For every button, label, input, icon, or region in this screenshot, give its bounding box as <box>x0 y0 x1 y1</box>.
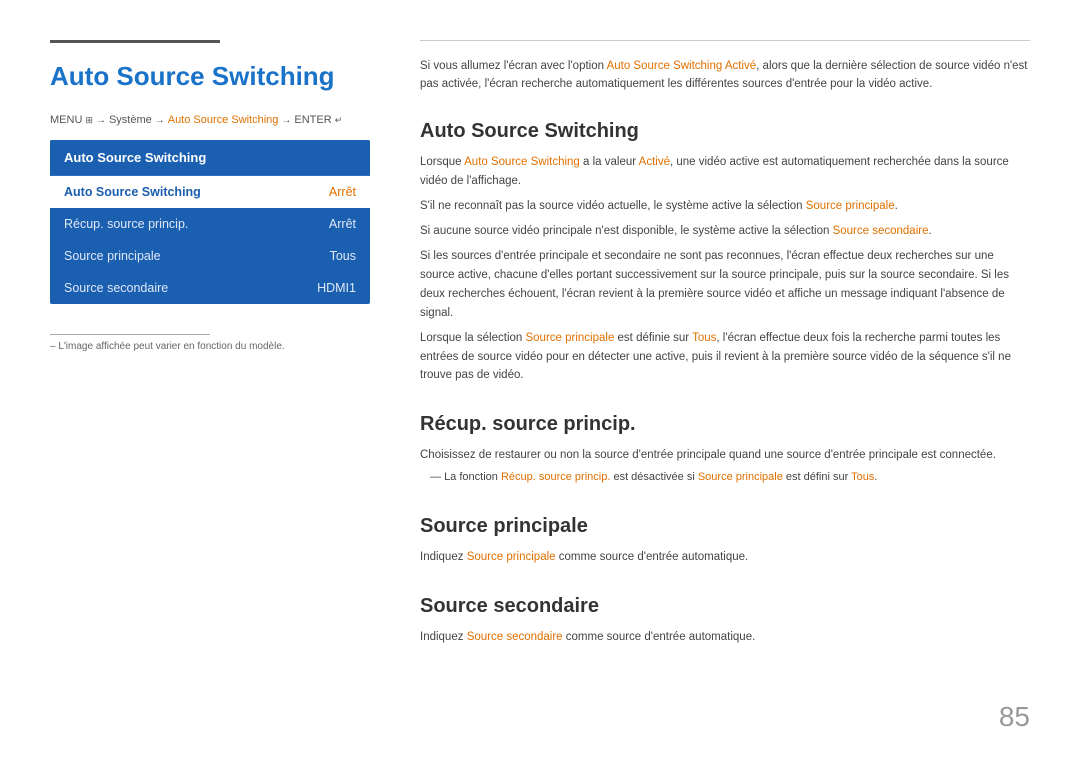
note-recup: La fonction Récup. source princip. est d… <box>420 471 1030 483</box>
breadcrumb-arrow2: → <box>155 115 165 126</box>
menu-item-label-2: Source principale <box>64 249 161 263</box>
section-auto-source: Auto Source Switching Lorsque Auto Sourc… <box>420 114 1030 392</box>
breadcrumb: MENU ⊞ → Système → Auto Source Switching… <box>50 114 370 126</box>
menu-item-source-secondaire[interactable]: Source secondaire HDMI1 <box>50 272 370 304</box>
breadcrumb-highlight: Auto Source Switching <box>168 114 279 126</box>
highlight-recup: Récup. source princip. <box>501 471 610 483</box>
breadcrumb-arrow3: → <box>281 115 291 126</box>
menu-box: Auto Source Switching Auto Source Switch… <box>50 140 370 304</box>
section-body-principale: Indiquez Source principale comme source … <box>420 548 1030 567</box>
left-column: Auto Source Switching MENU ⊞ → Système →… <box>50 40 370 733</box>
menu-item-label-1: Récup. source princip. <box>64 217 188 231</box>
breadcrumb-systeme: Système <box>109 114 152 126</box>
highlight-src-principale-1: Source principale <box>806 200 895 212</box>
highlight-tous: Tous <box>692 332 716 344</box>
highlight-tous-note: Tous <box>851 471 874 483</box>
highlight-src-secondaire-1: Source secondaire <box>833 225 929 237</box>
menu-item-label-0: Auto Source Switching <box>64 185 201 199</box>
highlight-src-principale-2: Source principale <box>525 332 614 344</box>
section-title-recup: Récup. source princip. <box>420 413 1030 436</box>
section-body-auto-5: Lorsque la sélection Source principale e… <box>420 329 1030 386</box>
menu-item-value-1: Arrêt <box>329 217 356 231</box>
footnote: – L'image affichée peut varier en foncti… <box>50 341 370 352</box>
section-source-secondaire: Source secondaire Indiquez Source second… <box>420 589 1030 653</box>
section-title-principale: Source principale <box>420 515 1030 538</box>
intro-text: Si vous allumez l'écran avec l'option Au… <box>420 57 1030 94</box>
page-title: Auto Source Switching <box>50 61 370 92</box>
page-number: 85 <box>999 701 1030 733</box>
section-body-secondaire: Indiquez Source secondaire comme source … <box>420 628 1030 647</box>
menu-item-auto-source[interactable]: Auto Source Switching Arrêt <box>50 176 370 208</box>
section-title-auto-source: Auto Source Switching <box>420 120 1030 143</box>
section-body-auto-3: Si aucune source vidéo principale n'est … <box>420 222 1030 241</box>
section-title-secondaire: Source secondaire <box>420 595 1030 618</box>
breadcrumb-menu: MENU <box>50 114 82 126</box>
highlight-active: Activé <box>639 156 670 168</box>
section-body-auto-4: Si les sources d'entrée principale et se… <box>420 247 1030 323</box>
footnote-rule <box>50 334 210 335</box>
section-recup-source: Récup. source princip. Choisissez de res… <box>420 407 1030 493</box>
highlight-src-principale-note: Source principale <box>698 471 783 483</box>
highlight-auto-source: Auto Source Switching <box>464 156 580 168</box>
menu-item-source-principale[interactable]: Source principale Tous <box>50 240 370 272</box>
breadcrumb-icon-menu: ⊞ <box>85 115 93 126</box>
menu-item-value-0: Arrêt <box>329 185 356 199</box>
menu-box-title: Auto Source Switching <box>50 140 370 176</box>
highlight-src-principale-3: Source principale <box>467 551 556 563</box>
section-source-principale: Source principale Indiquez Source princi… <box>420 509 1030 573</box>
top-rule-left <box>50 40 220 43</box>
menu-item-value-2: Tous <box>330 249 356 263</box>
breadcrumb-enter-icon: ↵ <box>335 115 343 126</box>
breadcrumb-arrow1: → <box>96 115 106 126</box>
top-rule-right <box>420 40 1030 41</box>
menu-item-value-3: HDMI1 <box>317 281 356 295</box>
intro-highlight-1: Auto Source Switching Activé <box>607 60 757 72</box>
section-body-recup-1: Choisissez de restaurer ou non la source… <box>420 446 1030 465</box>
section-body-auto-1: Lorsque Auto Source Switching a la valeu… <box>420 153 1030 191</box>
menu-item-recup-source[interactable]: Récup. source princip. Arrêt <box>50 208 370 240</box>
menu-item-label-3: Source secondaire <box>64 281 168 295</box>
right-column: Si vous allumez l'écran avec l'option Au… <box>410 40 1030 733</box>
highlight-src-secondaire-2: Source secondaire <box>467 631 563 643</box>
section-body-auto-2: S'il ne reconnaît pas la source vidéo ac… <box>420 197 1030 216</box>
breadcrumb-enter: ENTER <box>294 114 331 126</box>
